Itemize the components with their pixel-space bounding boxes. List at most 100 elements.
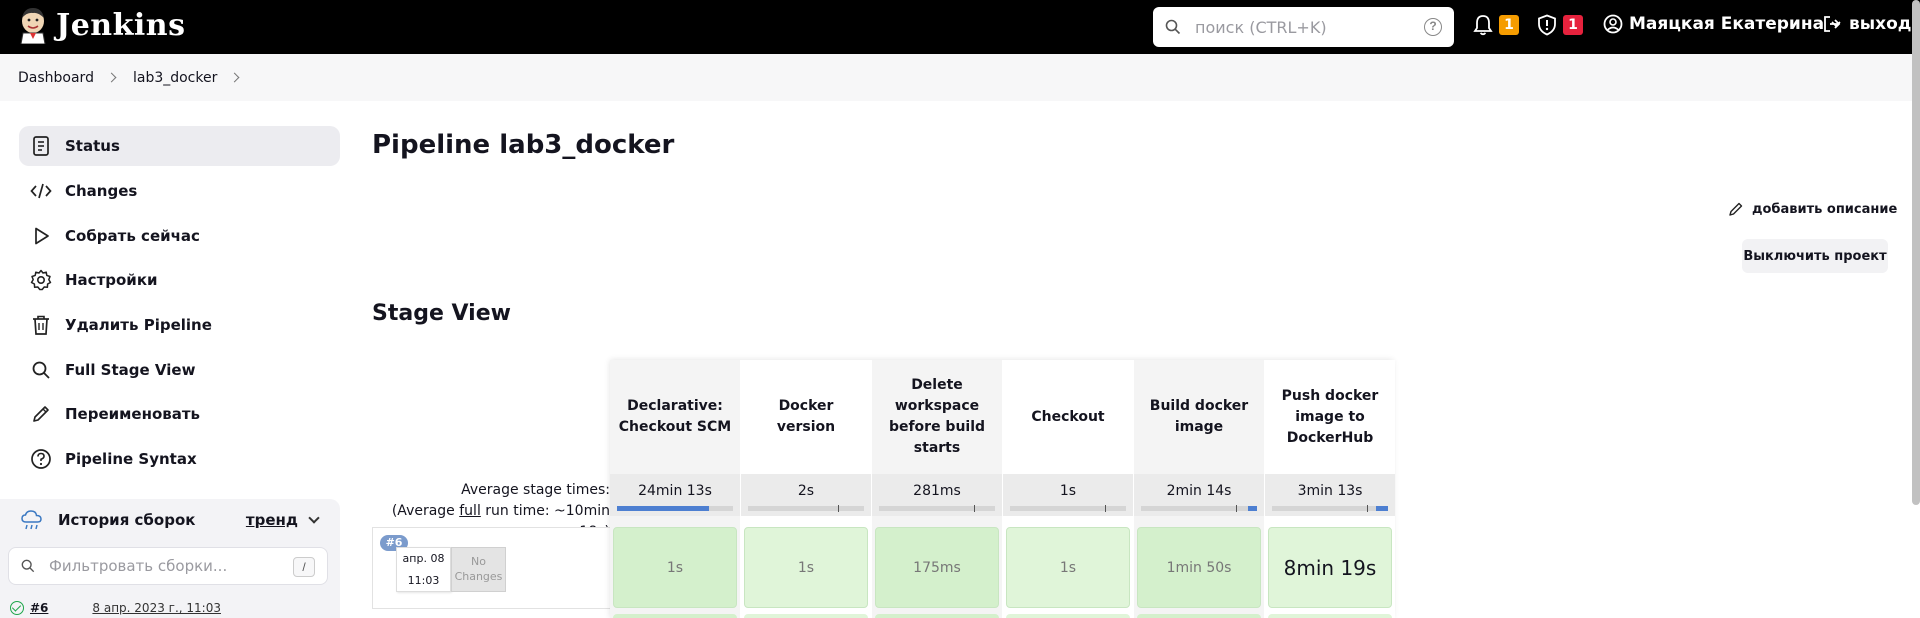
stage-average-time: 281ms (872, 474, 1002, 516)
stage-progress-bar (1010, 505, 1126, 512)
stage-progress-bar (1272, 505, 1388, 512)
stage-average-time: 2s (741, 474, 871, 516)
stage-column: Declarative: Checkout SCM 24min 13s 1s (610, 360, 740, 618)
stage-progress-bar (748, 505, 864, 512)
jenkins-logo[interactable]: Jenkins (18, 6, 185, 45)
bell-icon (1473, 15, 1493, 36)
stage-column: Push docker image to DockerHub 3min 13s 8m… (1265, 360, 1395, 618)
breadcrumb-dashboard[interactable]: Dashboard (18, 70, 94, 86)
notifications-badge: 1 (1499, 15, 1519, 35)
stage-progress-tick (838, 505, 840, 512)
build-number-link[interactable]: #6 (30, 601, 48, 615)
sidebar-item-build-now[interactable]: Собрать сейчас (19, 216, 340, 256)
search-input[interactable] (1195, 17, 1405, 37)
stage-progress-bar (617, 506, 733, 511)
sidebar-item-status[interactable]: Status (19, 126, 340, 166)
success-icon (10, 601, 24, 615)
sidebar-item-label: Status (65, 137, 120, 155)
stage-run-cell-next[interactable] (1137, 614, 1261, 618)
stage-header: Push docker image to DockerHub (1281, 387, 1379, 446)
full-run-link[interactable]: full (459, 503, 481, 519)
search-icon (21, 559, 35, 573)
gear-icon (29, 268, 53, 292)
breadcrumb-chevron-icon[interactable] (106, 72, 117, 83)
sidebar-item-settings[interactable]: Настройки (19, 260, 340, 300)
sidebar-item-pipeline-syntax[interactable]: Pipeline Syntax (19, 439, 340, 479)
stage-run-cell[interactable]: 8min 19s (1268, 527, 1392, 608)
stage-average-value: 281ms (913, 483, 961, 499)
top-header: Jenkins ? 1 1 Маяцкая Екатерина выход (0, 0, 1920, 54)
trend-link[interactable]: тренд (246, 511, 298, 529)
run-date-box: апр. 08 11:03 (396, 547, 451, 592)
build-history-row[interactable]: #6 8 апр. 2023 г., 11:03 (10, 598, 340, 618)
build-history-header: История сборок тренд (0, 499, 340, 541)
build-date-link[interactable]: 8 апр. 2023 г., 11:03 (92, 601, 221, 615)
user-menu[interactable]: Маяцкая Екатерина (1603, 14, 1842, 34)
security-button[interactable]: 1 (1537, 14, 1583, 36)
logout-button[interactable]: выход (1822, 14, 1912, 34)
stage-run-cell-next[interactable] (744, 614, 868, 618)
stage-run-cell-next[interactable] (875, 614, 999, 618)
stage-progress-bar (879, 505, 995, 512)
pencil-icon (29, 402, 53, 426)
filter-shortcut-key: / (293, 557, 315, 577)
avg-label-line1: Average stage times: (461, 482, 610, 498)
stage-run-cell-next[interactable] (613, 614, 737, 618)
stage-progress-tick (1367, 505, 1369, 512)
breadcrumb-chevron-icon[interactable] (229, 72, 240, 83)
build-filter-input[interactable] (49, 557, 289, 575)
no-changes-line2: Changes (454, 570, 503, 583)
pencil-icon (1729, 202, 1743, 216)
avg-label-prefix: (Average (391, 503, 460, 519)
stage-progress-bar (1141, 505, 1257, 512)
page-scrollbar[interactable] (1912, 0, 1920, 505)
stage-run-cell[interactable]: 1s (1006, 527, 1130, 608)
disable-project-button[interactable]: Выключить проект (1742, 239, 1888, 273)
play-icon (29, 224, 53, 248)
stage-average-value: 3min 13s (1297, 483, 1363, 499)
add-description-link[interactable]: добавить описание (1728, 201, 1897, 217)
breadcrumb: Dashboard lab3_docker (0, 54, 1920, 101)
user-name: Маяцкая Екатерина (1629, 14, 1825, 34)
add-description-label: добавить описание (1752, 201, 1898, 217)
sidebar-item-rename[interactable]: Переименовать (19, 394, 340, 434)
sidebar-item-full-stage-view[interactable]: Full Stage View (19, 350, 340, 390)
stage-run-cell[interactable]: 1s (613, 527, 737, 608)
stage-run-cell-next[interactable] (1006, 614, 1130, 618)
stage-header: Build docker image (1149, 398, 1249, 435)
sidebar-item-label: Удалить Pipeline (65, 316, 212, 334)
sidebar-item-changes[interactable]: Changes (19, 171, 340, 211)
sidebar-item-delete-pipeline[interactable]: Удалить Pipeline (19, 305, 340, 345)
security-badge: 1 (1563, 15, 1583, 35)
sidebar-item-label: Собрать сейчас (65, 227, 200, 245)
stage-run-cell-next[interactable] (1268, 614, 1392, 618)
stage-header: Declarative: Checkout SCM (618, 398, 732, 435)
stage-average-time: 24min 13s (610, 474, 740, 516)
sidebar-item-label: Pipeline Syntax (65, 450, 197, 468)
chevron-down-icon[interactable] (308, 512, 320, 524)
build-filter[interactable]: / (8, 547, 328, 585)
run-date: апр. 08 (402, 552, 445, 565)
cloud-rain-icon (21, 510, 42, 530)
sidebar-item-label: Настройки (65, 271, 158, 289)
search-icon (29, 358, 53, 382)
global-search[interactable]: ? (1153, 7, 1454, 47)
search-help-icon[interactable]: ? (1424, 18, 1442, 36)
stage-progress-tick (1105, 505, 1107, 512)
stage-progress-fill (1376, 506, 1388, 511)
logout-icon (1824, 16, 1841, 32)
avg-label-line2: (Average full run time: ~10min (372, 501, 610, 522)
stage-run-cell[interactable]: 175ms (875, 527, 999, 608)
stage-run-cell[interactable]: 1s (744, 527, 868, 608)
build-run-label[interactable]: #6 апр. 08 11:03 No Changes (372, 527, 610, 609)
breadcrumb-lab3-docker[interactable]: lab3_docker (133, 70, 217, 86)
notifications-button[interactable]: 1 (1473, 14, 1519, 36)
stage-view-table: Declarative: Checkout SCM 24min 13s 1s Dock… (610, 360, 1395, 618)
jenkins-butler-icon (18, 6, 48, 45)
sidebar-item-label: Full Stage View (65, 361, 196, 379)
stage-run-cell[interactable]: 1min 50s (1137, 527, 1261, 608)
trash-icon (29, 313, 53, 337)
stage-column: Checkout 1s 1s (1003, 360, 1133, 618)
code-icon (29, 179, 53, 203)
no-changes-line1: No (471, 555, 486, 568)
